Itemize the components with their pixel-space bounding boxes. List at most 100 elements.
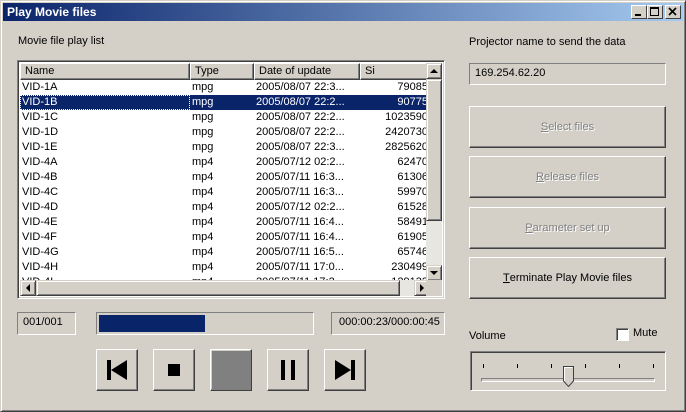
volume-tick — [585, 364, 586, 368]
cell-date: 2005/07/11 16:3... — [256, 171, 344, 183]
file-counter: 001/001 — [17, 312, 76, 335]
cell-type: mp4 — [192, 261, 214, 273]
cell-name: VID-4E — [22, 216, 58, 228]
cell-size: 59970 — [397, 186, 428, 198]
cell-name: VID-4B — [22, 171, 58, 183]
stop-button[interactable] — [153, 349, 195, 391]
cell-size: 61905 — [397, 231, 428, 243]
mute-checkbox[interactable] — [616, 328, 629, 341]
table-row[interactable]: VID-4C mp4 2005/07/11 16:3... 59970 — [20, 185, 430, 200]
cell-name: VID-1A — [22, 81, 58, 93]
parameter-setup-button[interactable]: Parameter set up — [469, 207, 666, 249]
playlist-label: Movie file play list — [18, 35, 105, 47]
cell-size: 2825620 — [385, 141, 428, 153]
table-row[interactable]: VID-1C mpg 2005/08/07 22:2... 1023590 — [20, 110, 430, 125]
cell-size: 61306 — [397, 171, 428, 183]
table-row[interactable]: VID-1B mpg 2005/08/07 22:2... 90775 — [20, 95, 430, 110]
skip-next-button[interactable] — [324, 349, 366, 391]
cell-type: mp4 — [192, 216, 214, 228]
scroll-up-button[interactable] — [426, 63, 442, 79]
play-movie-window: Play Movie files Movie file play list Pr… — [0, 0, 686, 412]
column-header-name[interactable]: Name — [20, 63, 190, 80]
table-row[interactable]: VID-1E mpg 2005/08/07 22:3... 2825620 — [20, 140, 430, 155]
cell-name: VID-4D — [22, 201, 59, 213]
table-row[interactable]: VID-4F mp4 2005/07/11 16:4... 61905 — [20, 230, 430, 245]
title-bar[interactable]: Play Movie files — [3, 3, 683, 21]
list-rows: VID-1A mpg 2005/08/07 22:3... 79085 VID-1B mp… — [20, 80, 430, 281]
horizontal-scroll-thumb[interactable] — [36, 280, 400, 296]
cell-type: mpg — [192, 96, 214, 108]
skip-next-icon — [335, 360, 355, 380]
cell-size: 2420730 — [385, 126, 428, 138]
table-row[interactable]: VID-4D mp4 2005/07/12 02:2... 61528 — [20, 200, 430, 215]
select-files-button[interactable]: Select files — [469, 106, 666, 148]
column-header-date[interactable]: Date of update — [254, 63, 360, 80]
cell-date: 2005/07/11 16:4... — [256, 231, 344, 243]
release-files-mnemonic: R — [536, 171, 544, 183]
cell-date: 2005/08/07 22:2... — [256, 111, 345, 123]
vertical-scroll-thumb[interactable] — [426, 79, 442, 221]
cell-date: 2005/07/12 02:2... — [256, 156, 345, 168]
projector-name-field: 169.254.62.20 — [469, 63, 666, 85]
cell-name: VID-4C — [22, 186, 59, 198]
title-bar-buttons — [631, 5, 681, 19]
cell-type: mpg — [192, 81, 214, 93]
table-row[interactable]: VID-1D mpg 2005/08/07 22:2... 2420730 — [20, 125, 430, 140]
table-row[interactable]: VID-4A mp4 2005/07/12 02:2... 62470 — [20, 155, 430, 170]
arrow-up-icon — [430, 69, 438, 73]
playback-progress-bar — [96, 312, 314, 335]
cell-type: mp4 — [192, 246, 214, 258]
vertical-scrollbar[interactable] — [426, 63, 442, 281]
close-icon — [668, 7, 677, 16]
cell-size: 62470 — [397, 156, 428, 168]
cell-name: VID-4A — [22, 156, 58, 168]
cell-size: 79085 — [397, 81, 428, 93]
skip-previous-button[interactable] — [96, 349, 138, 391]
maximize-icon — [650, 7, 659, 16]
movie-file-list[interactable]: Name Type Date of update Si VID-1A mpg 200… — [17, 60, 445, 299]
table-row[interactable]: VID-4B mp4 2005/07/11 16:3... 61306 — [20, 170, 430, 185]
cell-size: 230499 — [391, 261, 428, 273]
table-row[interactable]: VID-4H mp4 2005/07/11 17:0... 230499 — [20, 260, 430, 275]
cell-date: 2005/08/07 22:3... — [256, 81, 345, 93]
table-row[interactable]: VID-4E mp4 2005/07/11 16:4... 58491 — [20, 215, 430, 230]
release-files-button[interactable]: Release files — [469, 156, 666, 198]
cell-date: 2005/08/07 22:2... — [256, 96, 345, 108]
time-display: 000:00:23/000:00:45 — [331, 312, 445, 335]
scroll-down-button[interactable] — [426, 265, 442, 281]
terminate-button[interactable]: Terminate Play Movie files — [469, 257, 666, 299]
cell-name: VID-4H — [22, 261, 59, 273]
volume-label: Volume — [469, 330, 506, 342]
volume-slider-thumb[interactable] — [563, 366, 574, 387]
play-button[interactable] — [210, 349, 252, 391]
pause-button[interactable] — [267, 349, 309, 391]
arrow-down-icon — [430, 271, 438, 275]
column-header-type[interactable]: Type — [190, 63, 254, 80]
cell-size: 61528 — [397, 201, 428, 213]
minimize-button[interactable] — [631, 5, 647, 19]
table-row[interactable]: VID-1A mpg 2005/08/07 22:3... 79085 — [20, 80, 430, 95]
cell-type: mp4 — [192, 156, 214, 168]
list-header: Name Type Date of update Si — [20, 63, 430, 80]
select-files-mnemonic: S — [540, 121, 549, 133]
scroll-left-button[interactable] — [20, 280, 36, 296]
projector-label: Projector name to send the data — [469, 36, 626, 48]
cell-type: mpg — [192, 141, 214, 153]
close-button[interactable] — [665, 5, 681, 19]
stop-icon — [168, 364, 180, 376]
volume-slider[interactable] — [470, 351, 666, 391]
scrollbar-corner — [426, 280, 442, 296]
column-header-size[interactable]: Si — [360, 63, 430, 80]
cell-date: 2005/07/12 02:2... — [256, 201, 345, 213]
arrow-left-icon — [26, 284, 30, 292]
terminate-mnemonic: T — [502, 272, 510, 284]
cell-date: 2005/08/07 22:3... — [256, 141, 345, 153]
cell-type: mp4 — [192, 171, 214, 183]
skip-previous-icon — [107, 360, 127, 380]
cell-type: mp4 — [192, 231, 214, 243]
horizontal-scrollbar[interactable] — [20, 280, 430, 296]
table-row[interactable]: VID-4G mp4 2005/07/11 16:5... 65746 — [20, 245, 430, 260]
cell-date: 2005/07/11 16:3... — [256, 186, 344, 198]
maximize-button[interactable] — [647, 5, 663, 19]
cell-size: 65746 — [397, 246, 428, 258]
